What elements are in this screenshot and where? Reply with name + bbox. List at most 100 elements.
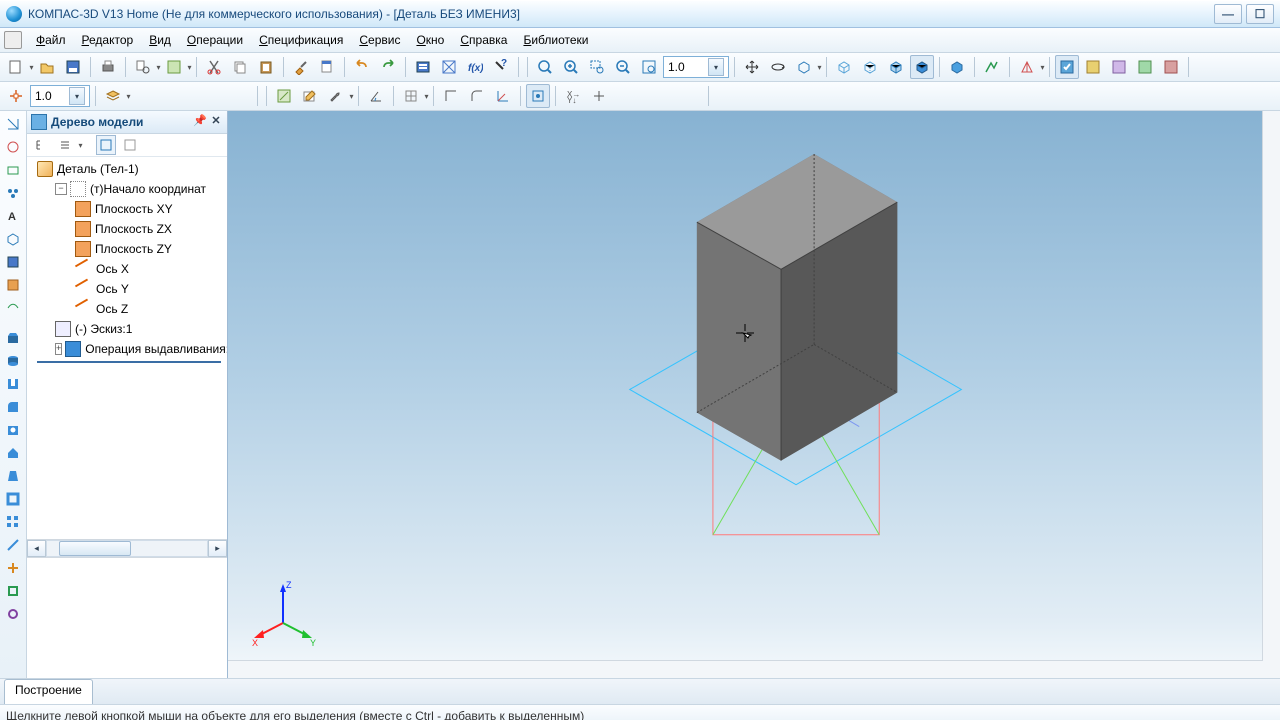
coord-x-icon[interactable]: X→Y↓	[561, 84, 585, 108]
3d-viewport[interactable]: Z X Y	[228, 111, 1280, 678]
section-icon[interactable]	[1015, 55, 1039, 79]
vtool-12[interactable]	[1, 580, 25, 602]
vtool-04[interactable]	[1, 182, 25, 204]
rebuild-icon[interactable]	[1055, 55, 1079, 79]
rotate-icon[interactable]	[766, 55, 790, 79]
tree-origin[interactable]: − (т)Начало координат	[31, 179, 227, 199]
menu-editor[interactable]: Редактор	[74, 31, 142, 49]
vtool-10[interactable]	[1, 534, 25, 556]
tree-plane-zy[interactable]: Плоскость ZY	[31, 239, 227, 259]
tool-d-icon[interactable]	[1159, 55, 1183, 79]
cut-button[interactable]	[202, 55, 226, 79]
shade-edges-icon[interactable]	[884, 55, 908, 79]
libraries-icon[interactable]	[411, 55, 435, 79]
scroll-right[interactable]: ▸	[208, 540, 227, 557]
tab-build[interactable]: Построение	[4, 679, 93, 704]
orient-icon[interactable]	[792, 55, 816, 79]
vtool-fillet[interactable]	[1, 396, 25, 418]
menu-help[interactable]: Справка	[452, 31, 515, 49]
lib2-icon[interactable]	[437, 55, 461, 79]
menu-window[interactable]: Окно	[408, 31, 452, 49]
vtool-draft[interactable]	[1, 465, 25, 487]
menu-libs[interactable]: Библиотеки	[515, 31, 596, 49]
open-button[interactable]	[35, 55, 59, 79]
redo-button[interactable]	[376, 55, 400, 79]
menu-operations[interactable]: Операции	[179, 31, 251, 49]
tree-struct-icon[interactable]	[31, 135, 51, 155]
vtool-09[interactable]	[1, 297, 25, 319]
close-icon[interactable]: ✕	[209, 115, 223, 129]
lcs-icon[interactable]	[491, 84, 515, 108]
expand-icon[interactable]: +	[55, 343, 62, 355]
tree-axis-y[interactable]: Ось Y	[31, 279, 227, 299]
vtool-08[interactable]	[1, 274, 25, 296]
perspective-icon[interactable]	[945, 55, 969, 79]
pin-icon[interactable]: 📌	[193, 115, 207, 129]
zoom-fit-icon[interactable]	[533, 55, 557, 79]
collapse-icon[interactable]: −	[55, 183, 67, 195]
angle-icon[interactable]	[364, 84, 388, 108]
vtool-07[interactable]	[1, 251, 25, 273]
minimize-button[interactable]: —	[1214, 4, 1242, 24]
pan-icon[interactable]	[740, 55, 764, 79]
save-button[interactable]	[61, 55, 85, 79]
vtool-06[interactable]	[1, 228, 25, 250]
menu-file[interactable]: Файл	[28, 31, 74, 49]
hidden-icon[interactable]	[858, 55, 882, 79]
sketch-mode-icon[interactable]	[272, 84, 296, 108]
snap-toggle-icon[interactable]	[526, 84, 550, 108]
new-dropdown[interactable]: ▾	[30, 56, 33, 78]
wrench-icon[interactable]	[324, 84, 348, 108]
copy-button[interactable]	[228, 55, 252, 79]
vtool-02[interactable]	[1, 136, 25, 158]
fx-icon[interactable]: f(x)	[463, 55, 487, 79]
viewport-hscroll[interactable]	[228, 660, 1263, 678]
rollback-bar[interactable]	[37, 361, 221, 365]
vtool-extrude[interactable]	[1, 327, 25, 349]
grid-icon[interactable]	[399, 84, 423, 108]
vtool-shell[interactable]	[1, 488, 25, 510]
edit-sketch-icon[interactable]	[298, 84, 322, 108]
undo-button[interactable]	[350, 55, 374, 79]
vtool-revolve[interactable]	[1, 350, 25, 372]
tree-mode-a[interactable]	[96, 135, 116, 155]
tree-root[interactable]: Деталь (Тел-1)	[31, 159, 227, 179]
layers-icon[interactable]	[101, 84, 125, 108]
vtool-13[interactable]	[1, 603, 25, 625]
ortho-icon[interactable]	[439, 84, 463, 108]
tool-a-icon[interactable]	[1081, 55, 1105, 79]
print-button[interactable]	[96, 55, 120, 79]
zoom-prev-icon[interactable]	[611, 55, 635, 79]
shaded-icon[interactable]	[910, 55, 934, 79]
simplify-icon[interactable]	[980, 55, 1004, 79]
vtool-11[interactable]	[1, 557, 25, 579]
tree-mode-b[interactable]	[120, 135, 140, 155]
tool-b-icon[interactable]	[1107, 55, 1131, 79]
vtool-array[interactable]	[1, 511, 25, 533]
maximize-button[interactable]: ☐	[1246, 4, 1274, 24]
tool-c-icon[interactable]	[1133, 55, 1157, 79]
zoom-in-icon[interactable]	[559, 55, 583, 79]
scale-combo[interactable]: 1.0 ▾	[663, 56, 729, 78]
vtool-03[interactable]	[1, 159, 25, 181]
new-button[interactable]	[4, 55, 28, 79]
menu-view[interactable]: Вид	[141, 31, 179, 49]
brush-icon[interactable]	[289, 55, 313, 79]
tree-extrude[interactable]: + Операция выдавливания:1	[31, 339, 227, 359]
tree-axis-z[interactable]: Ось Z	[31, 299, 227, 319]
model-tree[interactable]: Деталь (Тел-1) − (т)Начало координат Пло…	[27, 157, 227, 539]
snap-icon[interactable]	[4, 84, 28, 108]
menu-spec[interactable]: Спецификация	[251, 31, 351, 49]
tree-sketch[interactable]: (-) Эскиз:1	[31, 319, 227, 339]
tree-plane-zx[interactable]: Плоскость ZX	[31, 219, 227, 239]
vtool-01[interactable]	[1, 113, 25, 135]
scroll-left[interactable]: ◂	[27, 540, 46, 557]
zoom-window-icon[interactable]	[585, 55, 609, 79]
scroll-thumb[interactable]	[59, 541, 131, 556]
panel-header[interactable]: Дерево модели 📌 ✕	[27, 111, 227, 134]
preview-button[interactable]	[131, 55, 155, 79]
menu-service[interactable]: Сервис	[351, 31, 408, 49]
tree-list-icon[interactable]	[55, 135, 75, 155]
zoom-all-icon[interactable]	[637, 55, 661, 79]
paste-button[interactable]	[254, 55, 278, 79]
